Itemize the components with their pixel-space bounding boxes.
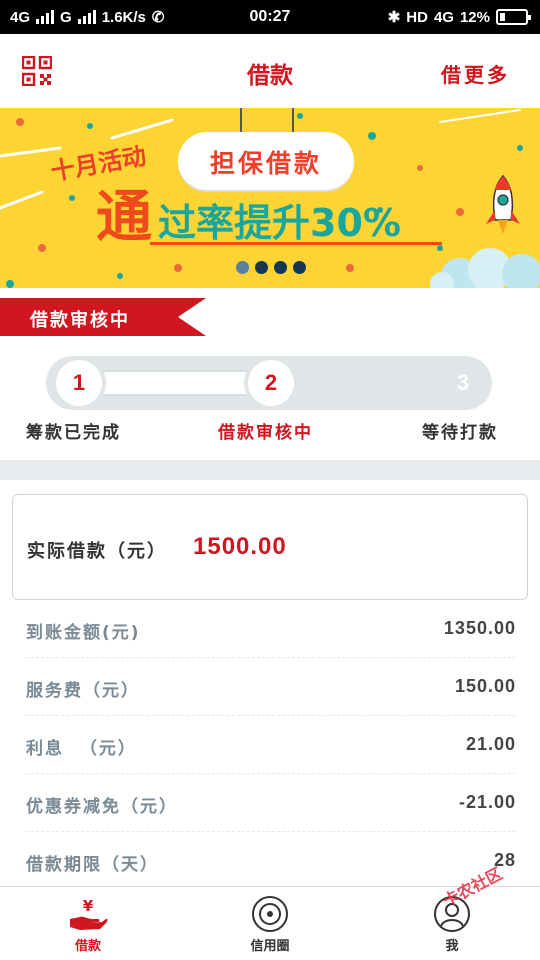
credit-circle-icon bbox=[252, 896, 288, 932]
detail-row-term: 借款期限（天） 28 bbox=[26, 832, 516, 890]
progress-step-3-label: 等待打款 bbox=[422, 423, 498, 443]
progress-step-3: 3 bbox=[440, 360, 486, 406]
battery-percent: 12% bbox=[459, 8, 490, 26]
smoke-cloud-icon bbox=[430, 248, 540, 288]
section-divider bbox=[0, 460, 540, 480]
network-type-label-3: 4G bbox=[433, 8, 454, 26]
detail-value: 1350.00 bbox=[443, 618, 516, 638]
banner-headline: 通 过率提升30% bbox=[96, 190, 401, 246]
detail-value: 21.00 bbox=[465, 734, 516, 754]
banner-cloud: 担保借款 bbox=[178, 132, 354, 190]
detail-value: 150.00 bbox=[454, 676, 516, 696]
progress-step-1-label: 筹款已完成 bbox=[26, 423, 121, 443]
rocket-icon bbox=[486, 174, 520, 234]
detail-label: 服务费（元） bbox=[26, 681, 140, 701]
loan-amount-value: 1500.00 bbox=[193, 533, 287, 560]
carousel-dot[interactable] bbox=[274, 261, 287, 274]
banner-cloud-text: 担保借款 bbox=[209, 149, 322, 178]
svg-text:¥: ¥ bbox=[83, 897, 94, 915]
tab-label: 我 bbox=[445, 939, 459, 954]
detail-row-coupon: 优惠券减免（元） -21.00 bbox=[26, 774, 516, 832]
carousel-indicator[interactable] bbox=[236, 261, 306, 274]
carousel-dot[interactable] bbox=[236, 261, 249, 274]
progress-step-2: 2 bbox=[248, 360, 294, 406]
banner-headline-text: 过率提升30% bbox=[158, 201, 401, 245]
banner-big-char: 通 bbox=[96, 185, 152, 250]
borrow-more-button[interactable]: 借更多 bbox=[441, 59, 510, 88]
carousel-dot[interactable] bbox=[293, 261, 306, 274]
detail-label: 到账金额(元) bbox=[26, 623, 141, 643]
battery-icon bbox=[496, 9, 531, 25]
detail-label: 优惠券减免（元） bbox=[26, 797, 178, 817]
banner-underline bbox=[150, 242, 442, 245]
detail-row-service-fee: 服务费（元） 150.00 bbox=[26, 658, 516, 716]
app-header: 借款 借更多 bbox=[0, 34, 540, 108]
promo-banner[interactable]: 十月活动 担保借款 通 过率提升30% bbox=[0, 108, 540, 288]
detail-value: -21.00 bbox=[458, 792, 516, 812]
detail-label: 借款期限（天） bbox=[26, 855, 159, 875]
detail-row-received: 到账金额(元) 1350.00 bbox=[26, 600, 516, 658]
bluetooth-icon: ✱ bbox=[387, 9, 401, 26]
detail-label: 利息 （元） bbox=[26, 739, 137, 759]
section-ribbon bbox=[0, 298, 206, 336]
yen-hand-icon: ¥ bbox=[70, 897, 108, 930]
tab-loan[interactable]: ¥ 借款 bbox=[28, 887, 148, 960]
hd-label: HD bbox=[406, 8, 428, 26]
loan-amount-label: 实际借款（元） bbox=[27, 541, 167, 562]
progress-step-2-label: 借款审核中 bbox=[218, 423, 313, 443]
loan-amount-card: 实际借款（元） 1500.00 bbox=[12, 494, 528, 600]
detail-row-interest: 利息 （元） 21.00 bbox=[26, 716, 516, 774]
tab-label: 借款 bbox=[74, 939, 101, 954]
tab-credit-circle[interactable]: 信用圈 bbox=[210, 887, 330, 960]
status-bar: 4G G 1.6K/s ✆ 00:27 ✱ HD 4G 12% bbox=[0, 0, 540, 34]
tab-label: 信用圈 bbox=[250, 939, 290, 954]
carousel-dot[interactable] bbox=[255, 261, 268, 274]
progress-step-1: 1 bbox=[56, 360, 102, 406]
